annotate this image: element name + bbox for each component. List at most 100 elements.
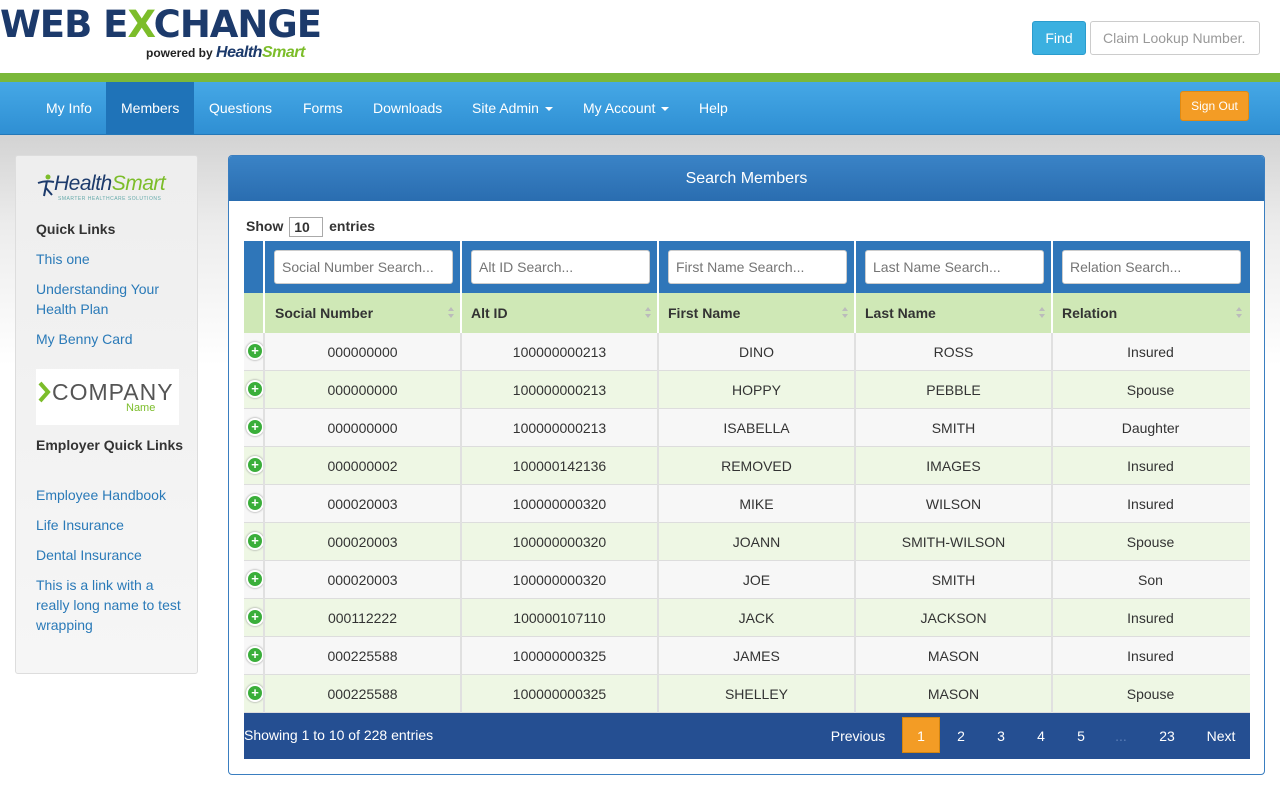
relation-search-input[interactable] — [1062, 250, 1241, 284]
last-name-search-input[interactable] — [865, 250, 1044, 284]
expand-row-icon[interactable]: + — [246, 456, 264, 474]
header-alt-id[interactable]: Alt ID — [471, 293, 657, 333]
pagination-page-23[interactable]: 23 — [1148, 713, 1186, 759]
cell-relation: Insured — [1127, 610, 1174, 626]
cell-first-name: ISABELLA — [723, 420, 790, 436]
expand-row-icon[interactable]: + — [246, 418, 264, 436]
quick-link-this-one[interactable]: This one — [36, 249, 184, 269]
cell-alt-id: 100000000213 — [512, 382, 607, 398]
cell-relation: Insured — [1127, 458, 1174, 474]
cell-last-name: PEBBLE — [926, 382, 981, 398]
nav-forms[interactable]: Forms — [288, 82, 358, 134]
caret-down-icon — [661, 107, 670, 112]
web-exchange-logo[interactable]: WEB EXCHANGE powered by HealthSmart — [0, 4, 330, 70]
table-row[interactable]: +000225588 100000000325 JAMES MASON Insured — [244, 637, 1250, 675]
cell-first-name: REMOVED — [721, 458, 792, 474]
alt-id-search-input[interactable] — [471, 250, 650, 284]
cell-social-number: 000000002 — [327, 458, 398, 474]
first-name-search-input[interactable] — [668, 250, 847, 284]
pagination-page-2[interactable]: 2 — [944, 713, 978, 759]
nav-my-account[interactable]: My Account — [568, 82, 684, 134]
header-first-name[interactable]: First Name — [668, 293, 854, 333]
social-number-search-input[interactable] — [274, 250, 453, 284]
pagination-previous[interactable]: Previous — [822, 713, 894, 759]
table-row[interactable]: +000225588 100000000325 SHELLEY MASON Spouse — [244, 675, 1250, 713]
pagination-page-4[interactable]: 4 — [1024, 713, 1058, 759]
claim-lookup-input[interactable] — [1090, 21, 1260, 55]
expand-row-icon[interactable]: + — [246, 494, 264, 512]
employer-link-life-insurance[interactable]: Life Insurance — [36, 515, 184, 535]
expand-row-icon[interactable]: + — [246, 532, 264, 550]
pagination-next[interactable]: Next — [1198, 713, 1244, 759]
employer-link-dental-insurance[interactable]: Dental Insurance — [36, 545, 184, 565]
cell-alt-id: 100000000320 — [512, 496, 607, 512]
expand-row-icon[interactable]: + — [246, 646, 264, 664]
cell-alt-id: 100000000325 — [512, 648, 607, 664]
cell-social-number: 000112222 — [327, 610, 398, 626]
cell-relation: Daughter — [1121, 420, 1180, 436]
cell-social-number: 000000000 — [327, 382, 398, 398]
cell-relation: Spouse — [1126, 382, 1175, 398]
cell-last-name: MASON — [927, 686, 980, 702]
pagination-page-3[interactable]: 3 — [984, 713, 1018, 759]
cell-social-number: 000020003 — [327, 534, 398, 550]
cell-social-number: 000000000 — [327, 420, 398, 436]
company-logo: COMPANY Name — [36, 369, 179, 425]
expand-row-icon[interactable]: + — [246, 342, 264, 360]
healthsmart-figure-icon — [37, 174, 55, 197]
expand-row-icon[interactable]: + — [246, 684, 264, 702]
table-row[interactable]: +000020003 100000000320 MIKE WILSON Insured — [244, 485, 1250, 523]
quick-link-benny-card[interactable]: My Benny Card — [36, 329, 184, 349]
nav-members[interactable]: Members — [106, 82, 194, 134]
table-row[interactable]: +000020003 100000000320 JOANN SMITH-WILSON S… — [244, 523, 1250, 561]
sign-out-button[interactable]: Sign Out — [1180, 91, 1249, 121]
expand-row-icon[interactable]: + — [246, 570, 264, 588]
main-navbar: My Info Members Questions Forms Download… — [0, 82, 1280, 135]
header-last-name[interactable]: Last Name — [865, 293, 1051, 333]
table-row[interactable]: +000020003 100000000320 JOE SMITH Son — [244, 561, 1250, 599]
header-social-number[interactable]: Social Number — [275, 293, 460, 333]
employer-link-handbook[interactable]: Employee Handbook — [36, 485, 184, 505]
cell-last-name: SMITH — [931, 420, 976, 436]
cell-relation: Insured — [1127, 648, 1174, 664]
cell-first-name: JOANN — [732, 534, 781, 550]
green-accent-bar — [0, 73, 1280, 82]
quick-link-understanding-health-plan[interactable]: Understanding Your Health Plan — [36, 279, 184, 319]
table-row[interactable]: +000000000 100000000213 DINO ROSS Insured — [244, 333, 1250, 371]
header-relation[interactable]: Relation — [1062, 293, 1248, 333]
sort-icon — [448, 307, 454, 319]
entries-length-select[interactable]: 10 — [289, 217, 324, 238]
header: WEB EXCHANGE powered by HealthSmart Find — [0, 0, 1280, 73]
nav-my-info[interactable]: My Info — [31, 82, 107, 134]
cell-social-number: 000020003 — [327, 572, 398, 588]
nav-questions[interactable]: Questions — [194, 82, 287, 134]
cell-alt-id: 100000000320 — [512, 534, 607, 550]
cell-alt-id: 100000142136 — [512, 458, 607, 474]
employer-link-long-name[interactable]: This is a link with a really long name t… — [36, 575, 184, 635]
cell-first-name: DINO — [739, 344, 774, 360]
sort-icon — [645, 307, 651, 319]
cell-social-number: 000000000 — [327, 344, 398, 360]
panel-title: Search Members — [229, 156, 1264, 201]
nav-help[interactable]: Help — [684, 82, 743, 134]
cell-last-name: SMITH — [931, 572, 976, 588]
cell-alt-id: 100000000213 — [512, 344, 607, 360]
cell-first-name: MIKE — [739, 496, 774, 512]
expand-row-icon[interactable]: + — [246, 608, 264, 626]
table-row[interactable]: +000000002 100000142136 REMOVED IMAGES Insur… — [244, 447, 1250, 485]
healthsmart-logo: HealthSmart SMARTER HEALTHCARE SOLUTIONS — [36, 172, 181, 206]
pagination-page-1[interactable]: 1 — [902, 717, 940, 753]
table-row[interactable]: +000000000 100000000213 HOPPY PEBBLE Spouse — [244, 371, 1250, 409]
nav-downloads[interactable]: Downloads — [358, 82, 457, 134]
cell-social-number: 000225588 — [327, 686, 398, 702]
nav-site-admin[interactable]: Site Admin — [457, 82, 568, 134]
cell-relation: Spouse — [1126, 534, 1175, 550]
pagination-ellipsis: ... — [1115, 728, 1127, 744]
table-row[interactable]: +000000000 100000000213 ISABELLA SMITH Daugh… — [244, 409, 1250, 447]
cell-first-name: JACK — [738, 610, 775, 626]
powered-by-label: powered by HealthSmart — [146, 44, 305, 61]
pagination-page-5[interactable]: 5 — [1064, 713, 1098, 759]
expand-row-icon[interactable]: + — [246, 380, 264, 398]
find-button[interactable]: Find — [1032, 21, 1086, 55]
table-row[interactable]: +000112222 100000107110 JACK JACKSON Insured — [244, 599, 1250, 637]
